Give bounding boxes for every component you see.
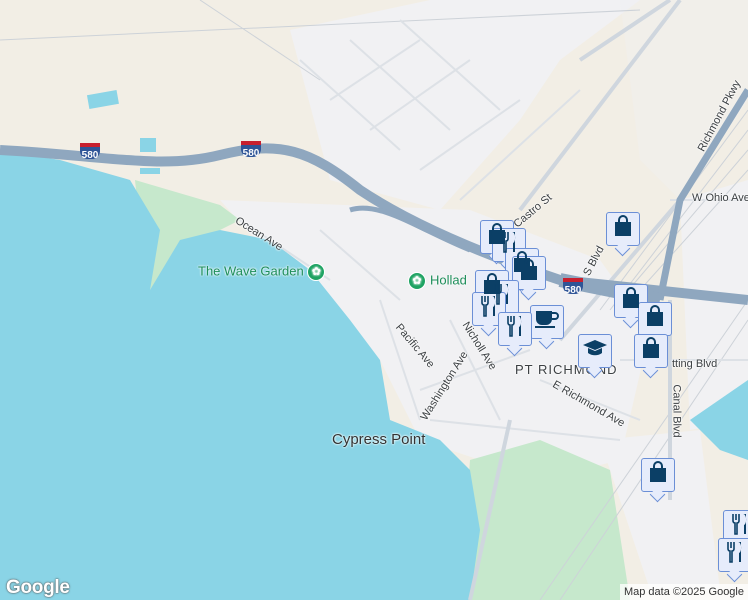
fork-knife-icon	[725, 540, 745, 570]
i580-shield: 580	[241, 141, 261, 159]
map-marker-restaurant[interactable]	[498, 312, 532, 346]
shopping-bag-icon	[648, 461, 668, 489]
holland-label: Hollad	[430, 272, 467, 288]
map-marker-cafe[interactable]	[530, 305, 564, 339]
i580-shield: 580	[80, 143, 100, 161]
fork-knife-icon	[479, 294, 499, 324]
shopping-bag-icon	[613, 215, 633, 243]
street-label-canal-blvd: Canal Blvd	[670, 384, 683, 438]
fork-knife-icon	[505, 314, 525, 344]
street-label-cutting-blvd: tting Blvd	[672, 358, 718, 370]
map-marker-restaurant[interactable]	[718, 538, 748, 572]
map-marker-shopping[interactable]	[641, 458, 675, 492]
poi-wave-garden[interactable]: The Wave Garden ✿	[198, 263, 329, 281]
street-label-w-ohio-ave: W Ohio Ave	[692, 192, 748, 204]
wave-garden-label: The Wave Garden	[198, 263, 304, 279]
flower-icon: ✿	[408, 272, 426, 290]
shopping-bag-icon	[641, 337, 661, 365]
map-attribution[interactable]: Map data ©2025 Google	[619, 584, 748, 600]
shopping-bag-icon	[519, 259, 539, 287]
flower-icon: ✿	[307, 263, 326, 281]
map-marker-shopping[interactable]	[606, 212, 640, 246]
google-logo: Google	[6, 577, 70, 598]
graduation-cap-icon	[582, 338, 608, 364]
shopping-bag-icon	[645, 305, 665, 333]
coffee-cup-icon	[534, 309, 560, 335]
poi-holland[interactable]: ✿ Hollad	[408, 272, 467, 290]
place-cypress-point: Cypress Point	[332, 431, 426, 448]
map-marker-school[interactable]	[578, 334, 612, 368]
map-marker-shopping[interactable]	[638, 302, 672, 336]
map-marker-shopping[interactable]	[634, 334, 668, 368]
i580-shield: 580	[563, 278, 583, 296]
